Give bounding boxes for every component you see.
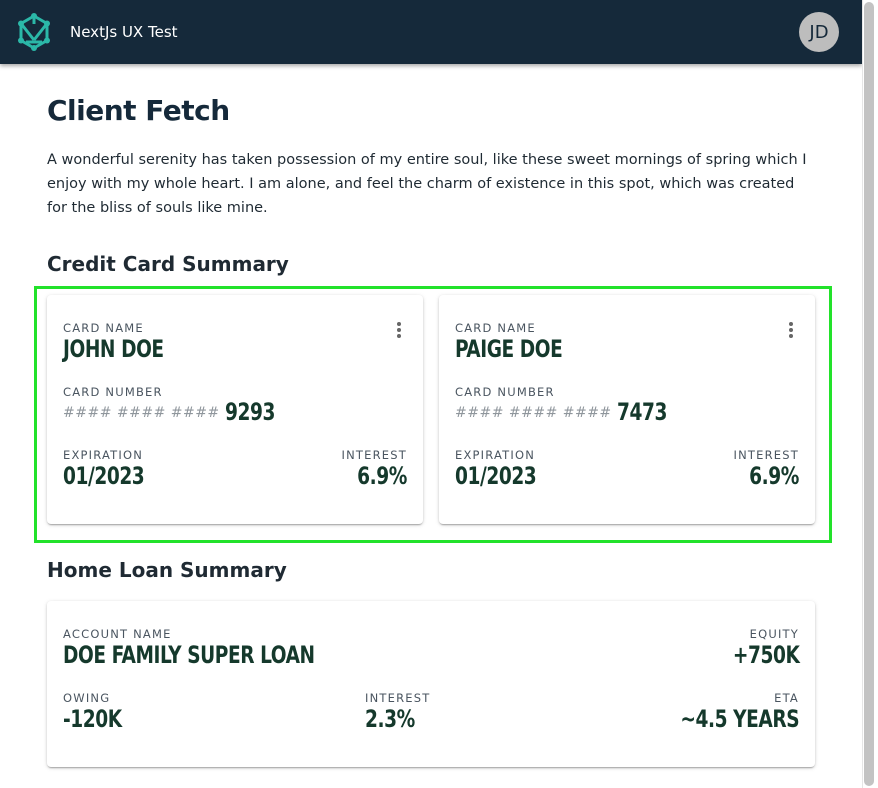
credit-card-paige-doe: CARD NAME PAIGE DOE CARD NUMBER #### ###… [439, 295, 815, 524]
card-number-last4: 9293 [225, 398, 275, 426]
page-title: Client Fetch [47, 94, 230, 127]
scrollbar-thumb[interactable] [864, 2, 874, 786]
owing-label: OWING [63, 691, 111, 705]
expiration-value: 01/2023 [63, 462, 145, 490]
card-number-last4: 7473 [617, 398, 667, 426]
card-name-label: CARD NAME [455, 321, 536, 335]
interest-value: 6.9% [357, 462, 407, 490]
account-name-label: ACCOUNT NAME [63, 627, 172, 641]
account-name: DOE FAMILY SUPER LOAN [63, 641, 315, 669]
owing-value: -120K [63, 705, 122, 733]
interest-label: INTEREST [341, 448, 407, 462]
loan-interest-label: INTEREST [365, 691, 431, 705]
home-loan-card: ACCOUNT NAME DOE FAMILY SUPER LOAN EQUIT… [47, 601, 815, 767]
equity-label: EQUITY [749, 627, 799, 641]
credit-card-summary-heading: Credit Card Summary [47, 252, 289, 276]
interest-label: INTEREST [733, 448, 799, 462]
loan-interest-value: 2.3% [365, 705, 415, 733]
card-name: JOHN DOE [63, 335, 164, 363]
eta-label: ETA [774, 691, 799, 705]
home-loan-summary-heading: Home Loan Summary [47, 558, 287, 582]
app-title: NextJs UX Test [70, 23, 178, 41]
eta-value: ~4.5 YEARS [680, 705, 799, 733]
more-vert-icon[interactable] [389, 320, 409, 340]
app-bar: NextJs UX Test JD [0, 0, 862, 64]
card-number-label: CARD NUMBER [63, 385, 163, 399]
card-name: PAIGE DOE [455, 335, 563, 363]
app-logo-icon[interactable] [14, 12, 54, 52]
card-name-label: CARD NAME [63, 321, 144, 335]
intro-paragraph: A wonderful serenity has taken possessio… [47, 152, 807, 216]
credit-card-john-doe: CARD NAME JOHN DOE CARD NUMBER #### ####… [47, 295, 423, 524]
user-avatar[interactable]: JD [799, 12, 839, 52]
expiration-value: 01/2023 [455, 462, 537, 490]
card-number-label: CARD NUMBER [455, 385, 555, 399]
equity-value: +750K [732, 641, 799, 669]
expiration-label: EXPIRATION [455, 448, 536, 462]
interest-value: 6.9% [749, 462, 799, 490]
expiration-label: EXPIRATION [63, 448, 144, 462]
card-number-masked: #### #### #### [455, 405, 612, 421]
more-vert-icon[interactable] [781, 320, 801, 340]
card-number-masked: #### #### #### [63, 405, 220, 421]
